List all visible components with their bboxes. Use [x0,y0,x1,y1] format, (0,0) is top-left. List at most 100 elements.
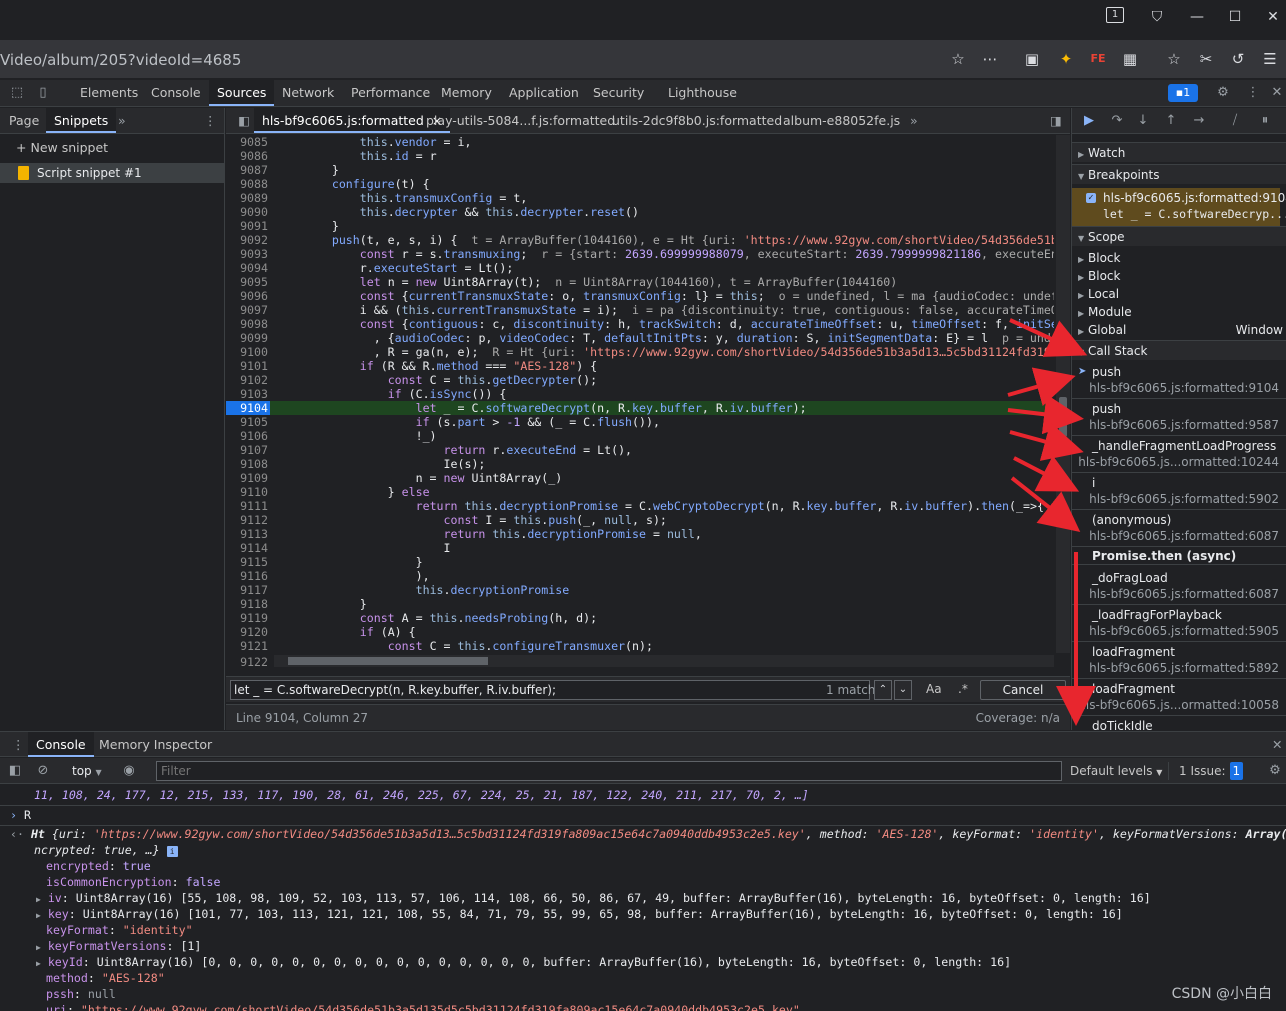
eye-icon[interactable]: ◉ [120,762,138,780]
step-icon[interactable]: → [1190,112,1208,130]
minimize-icon[interactable]: — [1186,6,1208,28]
step-over-icon[interactable]: ↷ [1108,112,1126,130]
console-settings-icon[interactable]: ⚙ [1266,762,1284,780]
close-devtools-icon[interactable]: ✕ [1268,84,1286,102]
find-next-icon[interactable]: ⌄ [894,680,912,700]
tab-count-badge[interactable]: 1 [1106,7,1124,23]
log-levels-select[interactable]: Default levels ▼ [1070,762,1162,780]
kebab-menu-icon[interactable]: ⋮ [1244,84,1262,102]
tab-console[interactable]: Console [143,80,209,106]
paused-line[interactable]: 9104 let _ = C.softwareDecrypt(n, R.key.… [226,401,1054,415]
call-frame[interactable]: ➤ push hls-bf9c6065.js:formatted:9104 [1072,362,1286,399]
extension-book-icon[interactable]: ▣ [1022,49,1042,69]
drawer-tab-console[interactable]: Console [28,732,94,757]
find-previous-icon[interactable]: ⌃ [874,680,892,700]
breakpoints-pane-header[interactable]: ▼ Breakpoints [1072,164,1286,184]
tab-performance[interactable]: Performance [343,80,438,106]
code-horizontal-scrollbar[interactable] [274,655,1054,667]
scope-local[interactable]: ▶ Local [1078,285,1283,303]
tab-application[interactable]: Application [501,80,587,106]
call-frame[interactable]: loadFragment hls-bf9c6065.js:formatted:58… [1072,642,1286,679]
navigator-menu-icon[interactable]: ⋮ [196,108,225,133]
extension-bolt-icon[interactable]: ✦ [1056,49,1076,69]
console-object-line1[interactable]: ‹· Ht {uri: 'https://www.92gyw.com/short… [10,826,1286,842]
nav-tab-snippets[interactable]: Snippets [46,108,117,133]
close-window-icon[interactable]: ✕ [1262,6,1284,28]
url-field[interactable]: Video/album/205?videoId=4685 [0,51,241,69]
snippet-item[interactable]: Script snippet #1 [0,163,224,183]
step-out-icon[interactable]: ↑ [1162,112,1180,130]
new-snippet-button[interactable]: + New snippet [16,140,108,155]
call-frame[interactable]: i hls-bf9c6065.js:formatted:5902 [1072,473,1286,510]
more-icon[interactable]: ⋯ [980,49,1000,69]
call-frame[interactable]: push hls-bf9c6065.js:formatted:9587 [1072,399,1286,436]
menu-icon[interactable]: ☰ [1260,49,1280,69]
editor-tab-album[interactable]: album-e88052fe.js [775,108,908,133]
clear-console-icon[interactable]: ⊘ [34,762,52,780]
resume-icon[interactable]: ▶ [1080,112,1098,130]
console-prop-keyid[interactable]: ▶ keyId: Uint8Array(16) [0, 0, 0, 0, 0, … [36,954,1286,970]
tab-security[interactable]: Security [585,80,652,106]
star-icon[interactable]: ☆ [948,49,968,69]
tshirt-icon[interactable]: ⛉ [1146,6,1168,28]
match-case-button[interactable]: Aa [926,682,942,696]
settings-gear-icon[interactable]: ⚙ [1214,84,1232,102]
call-stack-pane-header[interactable]: ▼ Call Stack [1072,340,1286,360]
editor-tab-utils[interactable]: utils-2dc9f8b0.js:formatted [604,108,790,133]
sidebar-toggle-icon[interactable]: ◧ [6,762,24,780]
watch-pane-header[interactable]: ▶ Watch [1072,142,1286,162]
more-tabs-icon[interactable]: » [110,108,134,133]
cancel-find-button[interactable]: Cancel [980,680,1066,700]
call-frame[interactable]: loadFragment hls-bf9c6065.js...ormatted:1… [1072,679,1286,716]
device-toolbar-icon[interactable]: ▯ [34,84,52,102]
regex-button[interactable]: .* [958,682,968,696]
console-input-line: › R [10,808,31,822]
call-frame[interactable]: _doFragLoad hls-bf9c6065.js:formatted:608… [1072,568,1286,605]
console-prop-keyformatversions[interactable]: ▶ keyFormatVersions: [1] [36,938,1286,954]
tab-memory[interactable]: Memory [433,80,500,106]
extension-fe-icon[interactable]: FE [1088,49,1108,69]
scope-pane-header[interactable]: ▼ Scope [1072,226,1286,246]
pause-on-exceptions-icon[interactable]: ⏸ [1256,112,1274,130]
find-input[interactable] [230,680,870,700]
call-frame[interactable]: (anonymous) hls-bf9c6065.js:formatted:608… [1072,510,1286,547]
extensions-grid-icon[interactable]: ▦ [1120,49,1140,69]
call-frame[interactable]: doTickIdle [1072,716,1286,730]
code-area[interactable]: 9085 this.vendor = i, 9086 this.id = r 9… [226,135,1054,653]
scope-module[interactable]: ▶ Module [1078,303,1283,321]
code-vertical-scrollbar[interactable] [1056,135,1070,653]
tab-lighthouse[interactable]: Lighthouse [660,80,745,106]
scope-block[interactable]: ▶ Block [1078,249,1283,267]
issue-counter[interactable]: 1 Issue: 1 [1168,762,1244,780]
inspect-element-icon[interactable]: ⬚ [8,84,26,102]
tab-sources[interactable]: Sources [209,80,275,106]
async-separator: Promise.then (async) [1072,547,1286,565]
checkbox-checked-icon[interactable]: ✓ [1086,193,1096,203]
reading-list-icon[interactable]: ☆ [1164,49,1184,69]
context-select[interactable]: top ▼ [66,762,112,780]
more-editor-tabs-icon[interactable]: » [902,108,926,133]
console-output[interactable]: 11, 108, 24, 177, 12, 215, 133, 117, 190… [0,785,1286,1011]
undo-icon[interactable]: ↺ [1228,49,1248,69]
issues-badge[interactable]: ▪1 [1168,84,1198,102]
coverage-status: Coverage: n/a [975,711,1060,725]
call-frame[interactable]: _handleFragmentLoadProgress hls-bf9c6065.… [1072,436,1286,473]
step-into-icon[interactable]: ↓ [1134,112,1152,130]
console-prop-iv[interactable]: ▶ iv: Uint8Array(16) [55, 108, 98, 109, … [36,890,1286,906]
scope-block[interactable]: ▶ Block [1078,267,1283,285]
drawer-tab-memory-inspector[interactable]: Memory Inspector [91,732,220,757]
call-frame[interactable]: _loadFragForPlayback hls-bf9c6065.js:form… [1072,605,1286,642]
breakpoint-entry[interactable]: ✓ hls-bf9c6065.js:formatted:9104 let _ =… [1072,188,1286,226]
toggle-debugger-icon[interactable]: ◨ [1042,108,1070,133]
editor-tab-play-utils[interactable]: play-utils-5084...f.js:formatted [418,108,623,133]
maximize-icon[interactable]: ☐ [1224,6,1246,28]
console-filter-input[interactable] [156,761,1062,781]
nav-tab-page[interactable]: Page [1,108,47,133]
deactivate-breakpoints-icon[interactable]: ⧸ [1226,112,1244,130]
tab-network[interactable]: Network [274,80,342,106]
scissors-icon[interactable]: ✂ [1196,49,1216,69]
console-prop-key[interactable]: ▶ key: Uint8Array(16) [101, 77, 103, 113… [36,906,1286,922]
tab-elements[interactable]: Elements [72,80,146,106]
scope-global[interactable]: ▶ Global Window [1078,321,1283,339]
close-drawer-icon[interactable]: ✕ [1264,732,1286,757]
